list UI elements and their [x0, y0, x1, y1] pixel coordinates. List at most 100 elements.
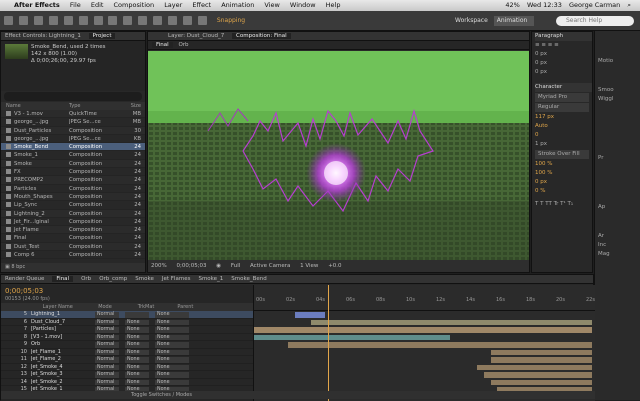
timecode-value[interactable]: 0;00;05;03: [5, 287, 43, 295]
layer-name[interactable]: Jet_Smoke_3: [31, 371, 81, 378]
layer-row[interactable]: 11 Jet_Flame_2 Normal None None: [1, 356, 253, 364]
project-item[interactable]: george_...jpg JPEG Se...ce KB: [1, 135, 145, 144]
layer-duration-bar[interactable]: [490, 349, 592, 355]
side-item[interactable]: Pr: [595, 154, 640, 163]
layer-row[interactable]: 6 Dust_Cloud_7 Normal None None: [1, 319, 253, 326]
rotate-tool-icon[interactable]: [63, 16, 73, 25]
indent-first-field[interactable]: 0 px: [532, 59, 592, 68]
project-item[interactable]: FX Composition 24: [1, 168, 145, 177]
project-search-input[interactable]: [4, 92, 142, 101]
current-time-indicator[interactable]: [327, 285, 329, 401]
menu-window[interactable]: Window: [290, 0, 316, 11]
view-layout-select[interactable]: 1 View: [300, 260, 318, 272]
search-help-input[interactable]: Search Help: [556, 16, 634, 26]
exposure-value[interactable]: +0.0: [328, 260, 341, 272]
blend-mode-select[interactable]: Normal: [95, 379, 119, 385]
project-item[interactable]: Lip_Sync Composition 24: [1, 201, 145, 210]
layer-name[interactable]: [Particles]: [31, 326, 81, 333]
menu-effect[interactable]: Effect: [192, 0, 211, 11]
timeline-graph[interactable]: 00s 02s 04s 06s 08s 10s 12s 14s 16s 18s 20s 22s: [253, 285, 595, 401]
horizontal-scale-field[interactable]: 100 %: [532, 169, 592, 178]
track-matte-select[interactable]: None: [125, 364, 149, 370]
track-matte-select[interactable]: None: [125, 319, 149, 325]
side-item[interactable]: Inc: [595, 241, 640, 250]
home-icon[interactable]: [4, 16, 13, 25]
vertical-scale-field[interactable]: 100 %: [532, 160, 592, 169]
leading-field[interactable]: Auto: [532, 122, 592, 131]
parent-select[interactable]: None: [155, 312, 189, 318]
project-item[interactable]: Particles Composition 24: [1, 185, 145, 193]
blend-mode-select[interactable]: Normal: [95, 319, 119, 325]
clock[interactable]: Wed 12:33: [527, 0, 562, 11]
project-item[interactable]: Jet_Fir...lginal Composition 24: [1, 218, 145, 227]
selection-tool-icon[interactable]: [18, 16, 28, 25]
project-item[interactable]: Smoke Composition 24: [1, 159, 145, 169]
parent-select[interactable]: None: [155, 342, 189, 348]
track-matte-select[interactable]: None: [125, 372, 149, 378]
side-item[interactable]: Mag: [595, 250, 640, 259]
layer-duration-bar[interactable]: [254, 327, 592, 333]
trash-icon[interactable]: ▣: [5, 264, 10, 270]
stroke-width-field[interactable]: 1 px: [532, 140, 592, 149]
blend-mode-select[interactable]: Normal: [95, 312, 119, 318]
paragraph-align-icons[interactable]: ≡ ≡ ≡ ≡: [532, 41, 592, 50]
hand-tool-icon[interactable]: [33, 16, 43, 25]
layer-row[interactable]: 9 Orb Normal None None: [1, 341, 253, 349]
track-matte-select[interactable]: None: [125, 379, 149, 385]
col-trkmat[interactable]: TrkMat: [128, 303, 166, 311]
layer-row[interactable]: 13 Jet_Smoke_3 Normal None None: [1, 371, 253, 379]
tab-effect-controls[interactable]: Effect Controls: Lightning_1: [5, 33, 81, 39]
paragraph-panel-title[interactable]: Paragraph: [535, 32, 592, 41]
timeline-timecode[interactable]: 0;00;05;03 00153 (24.00 fps): [1, 285, 253, 303]
baseline-shift-field[interactable]: 0 px: [532, 178, 592, 187]
layer-duration-bar[interactable]: [483, 372, 592, 378]
parent-select[interactable]: None: [155, 327, 189, 333]
timeline-tab[interactable]: Orb_comp: [99, 276, 127, 282]
bit-depth[interactable]: 8 bpc: [11, 264, 25, 270]
blend-mode-select[interactable]: Normal: [95, 349, 119, 355]
side-item[interactable]: Smoo: [595, 86, 640, 95]
battery-status[interactable]: 42%: [505, 0, 519, 11]
time-ruler[interactable]: 00s 02s 04s 06s 08s 10s 12s 14s 16s 18s 20s 22s: [254, 285, 595, 311]
brush-tool-icon[interactable]: [138, 16, 148, 25]
layer-row[interactable]: 5 Lightning_1 Normal None: [1, 311, 253, 319]
project-item[interactable]: Jet Flame Composition 24: [1, 226, 145, 235]
menu-help[interactable]: Help: [326, 0, 341, 11]
project-item[interactable]: Mouth_Shapes Composition 24: [1, 192, 145, 202]
layer-duration-bar[interactable]: [254, 334, 451, 340]
timeline-tab[interactable]: Final: [52, 276, 74, 282]
menu-composition[interactable]: Composition: [114, 0, 155, 11]
parent-select[interactable]: None: [155, 334, 189, 340]
parent-select[interactable]: None: [155, 349, 189, 355]
timeline-footer[interactable]: Toggle Switches / Modes: [1, 391, 595, 399]
track-matte-select[interactable]: None: [125, 334, 149, 340]
zoom-tool-icon[interactable]: [48, 16, 58, 25]
camera-snapshot-icon[interactable]: ◉: [216, 260, 221, 272]
layer-name[interactable]: Lightning_1: [31, 311, 81, 318]
font-style-select[interactable]: Regular: [535, 103, 589, 112]
blend-mode-select[interactable]: Normal: [95, 327, 119, 333]
project-item[interactable]: Final Composition 24: [1, 234, 145, 243]
project-item[interactable]: george_...jpg JPEG Se...ce MB: [1, 118, 145, 127]
parent-select[interactable]: None: [155, 357, 189, 363]
eraser-tool-icon[interactable]: [168, 16, 178, 25]
side-item[interactable]: Wiggl: [595, 95, 640, 104]
pen-tool-icon[interactable]: [108, 16, 118, 25]
timeline-tab[interactable]: Smoke: [135, 276, 154, 282]
font-family-select[interactable]: Myriad Pro: [535, 93, 589, 102]
layer-duration-bar[interactable]: [477, 364, 592, 370]
layer-name[interactable]: [V3 - 1.mov]: [31, 334, 81, 341]
composition-canvas[interactable]: [148, 51, 529, 261]
resolution-select[interactable]: Full: [231, 260, 240, 272]
roto-brush-tool-icon[interactable]: [183, 16, 193, 25]
timeline-tab[interactable]: Smoke_1: [198, 276, 223, 282]
tab-layer-viewer[interactable]: Layer: Dust_Cloud_7: [168, 33, 224, 39]
blend-mode-select[interactable]: Normal: [95, 357, 119, 363]
project-item[interactable]: Smoke_Bend Composition 24: [1, 143, 145, 152]
layer-name[interactable]: Dust_Cloud_7: [31, 319, 81, 326]
user-name[interactable]: George Carman: [569, 0, 620, 11]
layer-name[interactable]: Jet_Smoke_2: [31, 379, 81, 386]
menu-view[interactable]: View: [264, 0, 279, 11]
track-matte-select[interactable]: None: [125, 349, 149, 355]
layer-duration-bar[interactable]: [490, 379, 592, 385]
